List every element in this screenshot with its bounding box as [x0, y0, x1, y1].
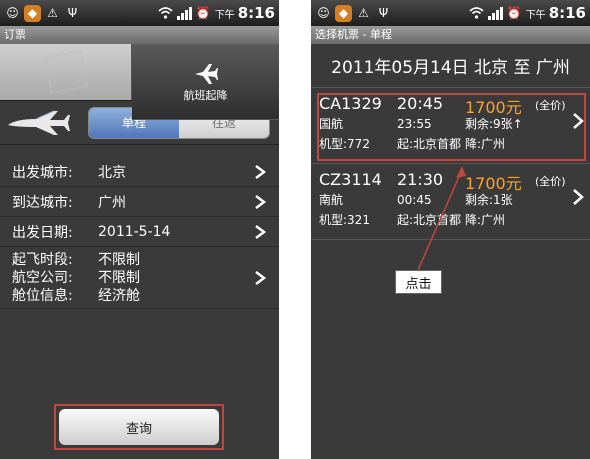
- airplane-illustration: [8, 110, 70, 135]
- flight-row[interactable]: CZ3114 21:30 1700元 (全价) 南航 00:45 剩余:1张 机…: [311, 164, 590, 240]
- warning-icon: ⚠: [358, 6, 369, 20]
- usb-icon: Ψ: [378, 6, 389, 20]
- arrival-time: 00:45: [397, 193, 432, 207]
- arrival-airport: 降:广州: [465, 213, 506, 227]
- alarm-icon: ⏰: [195, 6, 211, 20]
- system-icon: ☺: [317, 6, 330, 20]
- wifi-icon: [468, 5, 485, 22]
- app-hex-icon: ◆: [335, 4, 352, 22]
- signal-icon: [487, 6, 503, 20]
- chevron-right-icon: [573, 189, 584, 205]
- flight-price: 1700元: [465, 174, 522, 193]
- status-ampm: 下午: [525, 9, 546, 21]
- cabin-label: 舱位信息:: [12, 287, 73, 304]
- options-labels: 起飞时段: 航空公司: 舱位信息:: [12, 251, 98, 305]
- signal-icon: [176, 6, 192, 20]
- aircraft-model: 机型:321: [319, 213, 370, 227]
- departure-airport: 起:北京首都: [397, 213, 462, 227]
- flight-status-label: 航班起降: [183, 88, 228, 102]
- status-bar: ☺ ◆ ⚠ Ψ ⏰ 下午 8:16: [0, 0, 279, 26]
- flight-options-row[interactable]: 起飞时段: 航空公司: 舱位信息: 不限制 不限制 经济舱: [0, 247, 279, 309]
- airline-name: 南航: [319, 193, 344, 207]
- usb-icon: Ψ: [67, 6, 78, 20]
- departure-date-value: 2011-5-14: [98, 223, 171, 240]
- query-button[interactable]: 查询: [59, 409, 219, 445]
- departure-city-row[interactable]: 出发城市: 北京: [0, 157, 279, 187]
- phone-screen-flight-list: ☺ ◆ ⚠ Ψ ⏰ 下午 8:16 选择机票 - 单程 2011年05月14日 …: [311, 0, 590, 459]
- departure-time: 21:30: [397, 170, 444, 189]
- flight-highlight-box: [317, 93, 586, 161]
- window-title: 订票: [0, 26, 279, 44]
- airplane-icon: [194, 63, 218, 84]
- stamp-icon: [43, 49, 88, 95]
- options-values: 不限制 不限制 经济舱: [98, 251, 253, 305]
- seats-remaining: 剩余:1张: [465, 193, 513, 207]
- time-slot-label: 起飞时段:: [12, 251, 73, 268]
- airline-label: 航空公司:: [12, 269, 73, 286]
- click-callout: 点击: [395, 270, 442, 294]
- status-ampm: 下午: [214, 9, 235, 21]
- departure-date-label: 出发日期:: [12, 224, 73, 241]
- chevron-right-icon: [255, 194, 267, 209]
- app-hex-icon: ◆: [24, 4, 41, 22]
- cabin-value: 经济舱: [98, 287, 140, 304]
- departure-date-row[interactable]: 出发日期: 2011-5-14: [0, 217, 279, 247]
- chevron-right-icon: [255, 270, 267, 285]
- flight-status-tab[interactable]: 航班起降: [132, 44, 279, 120]
- arrival-city-label: 到达城市:: [12, 194, 73, 211]
- departure-city-value: 北京: [98, 164, 126, 181]
- flight-code: CZ3114: [319, 170, 382, 189]
- arrival-city-row[interactable]: 到达城市: 广州: [0, 187, 279, 217]
- arrival-city-value: 广州: [98, 194, 126, 211]
- route-header: 2011年05月14日 北京 至 广州: [311, 44, 590, 88]
- chevron-right-icon: [255, 224, 267, 239]
- ticket-stamp-tab[interactable]: [0, 44, 132, 100]
- airline-value: 不限制: [98, 269, 140, 286]
- departure-city-label: 出发城市:: [12, 164, 73, 181]
- phone-screen-booking: ☺ ◆ ⚠ Ψ ⏰ 下午 8:16 订票 航班起降 单程 往返 出发城市: 北京…: [0, 0, 279, 459]
- warning-icon: ⚠: [47, 6, 58, 20]
- status-time: 8:16: [237, 4, 275, 22]
- chevron-right-icon: [255, 164, 267, 179]
- time-slot-value: 不限制: [98, 251, 140, 268]
- status-bar: ☺ ◆ ⚠ Ψ ⏰ 下午 8:16: [311, 0, 590, 26]
- alarm-icon: ⏰: [506, 6, 522, 20]
- wifi-icon: [157, 5, 174, 22]
- system-icon: ☺: [6, 6, 19, 20]
- query-highlight: 查询: [54, 404, 224, 450]
- top-icon-bar: 航班起降: [0, 44, 279, 120]
- status-time: 8:16: [548, 4, 586, 22]
- window-title: 选择机票 - 单程: [311, 26, 590, 44]
